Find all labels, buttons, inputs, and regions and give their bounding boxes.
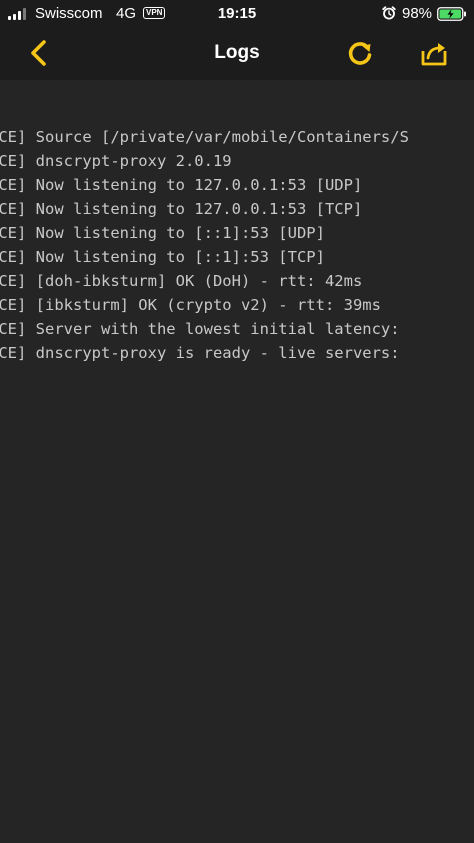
navigation-bar: Logs	[0, 28, 474, 80]
log-line: ICE] [doh-ibksturm] OK (DoH) - rtt: 42ms	[0, 272, 363, 290]
screen: Swisscom 4G VPN 19:15 98% Logs ICE] Sour…	[0, 0, 474, 843]
log-line: ICE] Server with the lowest initial late…	[0, 320, 409, 338]
log-line: ICE] dnscrypt-proxy 2.0.19	[0, 152, 232, 170]
log-line: ICE] Now listening to [::1]:53 [TCP]	[0, 248, 325, 266]
battery-charging-icon	[437, 7, 466, 21]
log-line: ICE] dnscrypt-proxy is ready - live serv…	[0, 344, 409, 362]
log-line: ICE] Source [/private/var/mobile/Contain…	[0, 128, 409, 146]
log-output[interactable]: ICE] Source [/private/var/mobile/Contain…	[0, 80, 474, 843]
share-icon[interactable]	[420, 37, 450, 69]
log-line: ICE] Now listening to 127.0.0.1:53 [UDP]	[0, 176, 363, 194]
status-bar: Swisscom 4G VPN 19:15 98%	[0, 0, 474, 28]
log-line: ICE] [ibksturm] OK (crypto v2) - rtt: 39…	[0, 296, 381, 314]
page-title: Logs	[214, 42, 260, 63]
refresh-icon[interactable]	[344, 38, 376, 70]
log-lines: ICE] Source [/private/var/mobile/Contain…	[0, 125, 409, 365]
log-line: ICE] Now listening to [::1]:53 [UDP]	[0, 224, 325, 242]
log-line: ICE] Now listening to 127.0.0.1:53 [TCP]	[0, 200, 363, 218]
alarm-clock-icon	[382, 6, 396, 20]
battery-percentage: 98%	[402, 5, 433, 22]
